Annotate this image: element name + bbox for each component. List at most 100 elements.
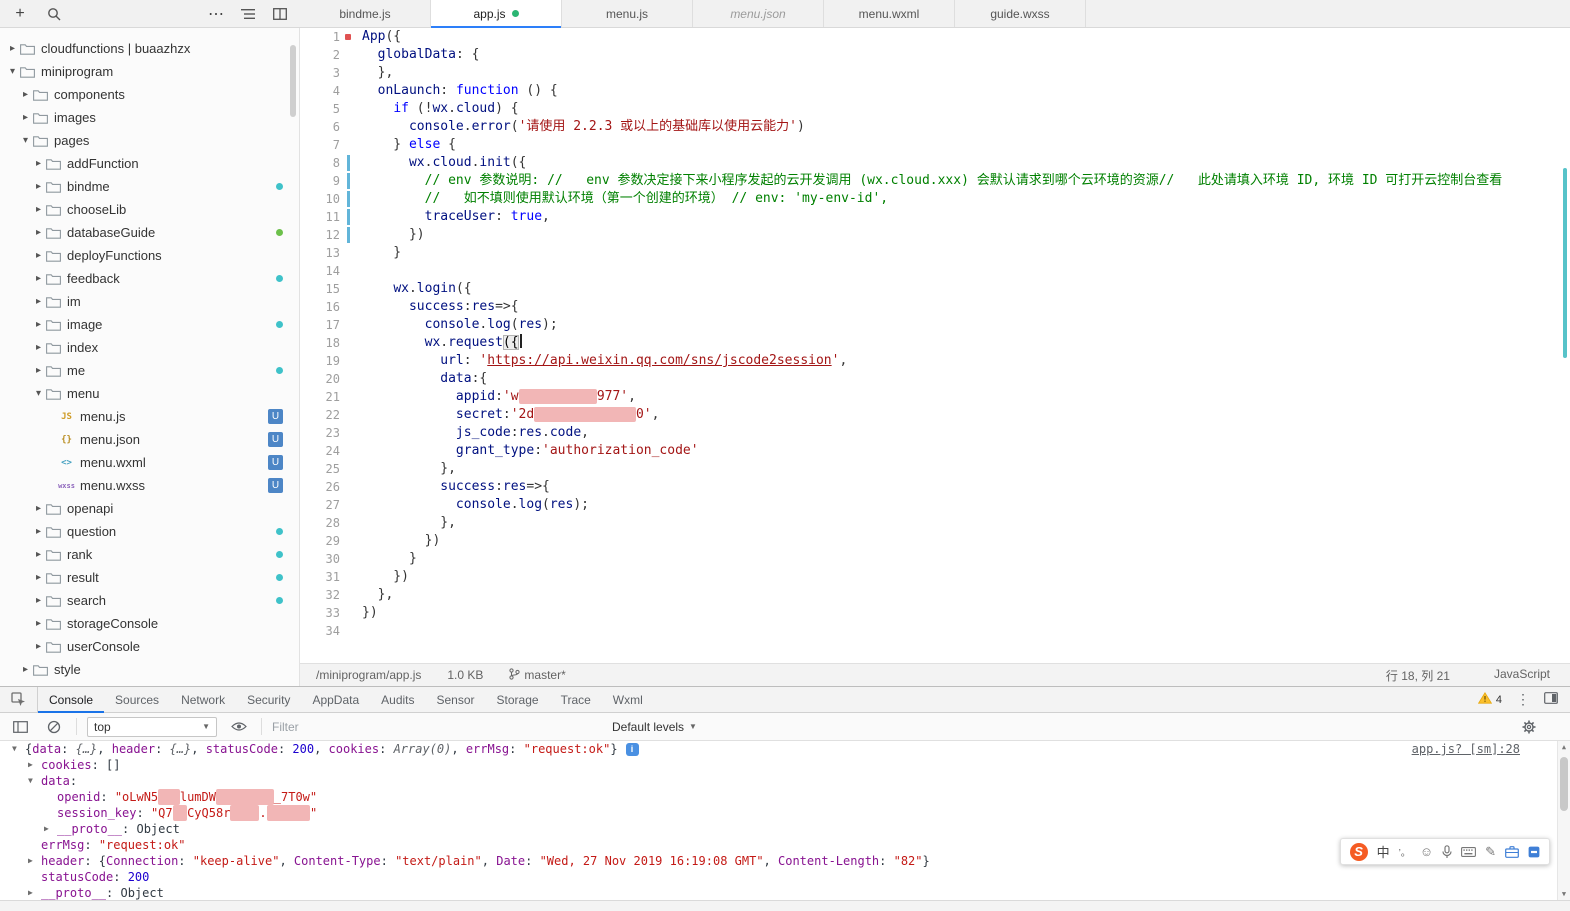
chevron-right-icon[interactable]: ▸ — [32, 181, 45, 192]
code-line[interactable]: 34 — [300, 622, 1570, 640]
tree-item-menu.js[interactable]: JS menu.js U — [0, 405, 299, 428]
line-number[interactable]: 22 — [300, 406, 356, 424]
tree-item-images[interactable]: ▸ images — [0, 106, 299, 129]
chevron-down-icon[interactable]: ▾ — [32, 388, 45, 399]
code-line[interactable]: 17 console.log(res); — [300, 316, 1570, 334]
expand-arrow-icon[interactable]: ▼ — [28, 773, 41, 789]
tree-item-feedback[interactable]: ▸ feedback — [0, 267, 299, 290]
code-line[interactable]: 28 }, — [300, 514, 1570, 532]
chevron-right-icon[interactable]: ▸ — [32, 158, 45, 169]
tab-app.js[interactable]: app.js — [431, 0, 562, 28]
code-line[interactable]: 33}) — [300, 604, 1570, 622]
context-selector[interactable]: top ▼ — [87, 716, 217, 737]
line-number[interactable]: 28 — [300, 514, 356, 532]
console-settings-icon[interactable] — [1522, 720, 1562, 734]
language-mode[interactable]: JavaScript — [1494, 667, 1550, 684]
chevron-right-icon[interactable]: ▸ — [32, 250, 45, 261]
devtools-tab-network[interactable]: Network — [170, 687, 236, 712]
line-number[interactable]: 20 — [300, 370, 356, 388]
code-line[interactable]: 2 globalData: { — [300, 46, 1570, 64]
code-line[interactable]: 16 success:res=>{ — [300, 298, 1570, 316]
tree-item-addFunction[interactable]: ▸ addFunction — [0, 152, 299, 175]
clear-console-icon[interactable] — [42, 715, 66, 739]
tree-item-image[interactable]: ▸ image — [0, 313, 299, 336]
more-actions-icon[interactable]: ⋯ — [204, 2, 228, 26]
chevron-right-icon[interactable]: ▸ — [19, 112, 32, 123]
tree-item-menu[interactable]: ▾ menu — [0, 382, 299, 405]
chevron-right-icon[interactable]: ▸ — [32, 641, 45, 652]
tree-item-result[interactable]: ▸ result — [0, 566, 299, 589]
tree-item-style[interactable]: ▸ style — [0, 658, 299, 681]
tree-item-databaseGuide[interactable]: ▸ databaseGuide — [0, 221, 299, 244]
chevron-right-icon[interactable]: ▸ — [32, 296, 45, 307]
code-line[interactable]: 9 // env 参数说明: // env 参数决定接下来小程序发起的云开发调用… — [300, 172, 1570, 190]
warning-indicator[interactable]: 4 — [1477, 692, 1502, 707]
tree-item-components[interactable]: ▸ components — [0, 83, 299, 106]
tree-item-menu.wxss[interactable]: wxss menu.wxss U — [0, 474, 299, 497]
line-number[interactable]: 11 — [300, 208, 356, 226]
code-editor[interactable]: 1 App({2 globalData: {3 }, 4 onLaunch: fun… — [300, 28, 1570, 663]
line-number[interactable]: 21 — [300, 388, 356, 406]
code-line[interactable]: 14 — [300, 262, 1570, 280]
tab-bindme.js[interactable]: bindme.js — [300, 0, 431, 27]
tree-item-openapi[interactable]: ▸ openapi — [0, 497, 299, 520]
line-number[interactable]: 13 — [300, 244, 356, 262]
chevron-right-icon[interactable]: ▸ — [32, 503, 45, 514]
chevron-right-icon[interactable]: ▸ — [32, 273, 45, 284]
code-line[interactable]: 27 console.log(res); — [300, 496, 1570, 514]
devtools-tab-appdata[interactable]: AppData — [301, 687, 370, 712]
punctuation-mode[interactable]: ’。 — [1399, 844, 1411, 859]
sogou-logo[interactable]: S — [1349, 842, 1368, 861]
line-number[interactable]: 29 — [300, 532, 356, 550]
chevron-right-icon[interactable]: ▸ — [32, 526, 45, 537]
code-line[interactable]: 8 wx.cloud.init({ — [300, 154, 1570, 172]
line-number[interactable]: 1 — [300, 28, 356, 46]
console-row[interactable]: ▼{data: {…}, header: {…}, statusCode: 20… — [0, 741, 1570, 757]
line-number[interactable]: 16 — [300, 298, 356, 316]
chevron-right-icon[interactable]: ▸ — [32, 549, 45, 560]
line-number[interactable]: 27 — [300, 496, 356, 514]
code-line[interactable]: 1 App({ — [300, 28, 1570, 46]
outline-icon[interactable] — [236, 2, 260, 26]
chevron-down-icon[interactable]: ▾ — [6, 66, 19, 77]
tree-item-bindme[interactable]: ▸ bindme — [0, 175, 299, 198]
code-line[interactable]: 20 data:{ — [300, 370, 1570, 388]
code-line[interactable]: 21 appid:'w██████████977', — [300, 388, 1570, 406]
line-number[interactable]: 14 — [300, 262, 356, 280]
code-line[interactable]: 13 } — [300, 244, 1570, 262]
chevron-right-icon[interactable]: ▸ — [19, 664, 32, 675]
code-line[interactable]: 12 }) — [300, 226, 1570, 244]
line-number[interactable]: 3 — [300, 64, 356, 82]
code-line[interactable]: 26 success:res=>{ — [300, 478, 1570, 496]
line-number[interactable]: 15 — [300, 280, 356, 298]
tree-item-cloudfunctions-buaazhzx[interactable]: ▸ cloudfunctions | buaazhzx — [0, 37, 299, 60]
inspect-element-icon[interactable] — [0, 687, 38, 712]
line-number[interactable]: 33 — [300, 604, 356, 622]
devtools-tab-security[interactable]: Security — [236, 687, 301, 712]
collapse-arrow-icon[interactable]: ▶ — [44, 821, 57, 837]
tree-item-storageConsole[interactable]: ▸ storageConsole — [0, 612, 299, 635]
tree-item-search[interactable]: ▸ search — [0, 589, 299, 612]
scroll-up-icon[interactable]: ▲ — [1562, 743, 1566, 751]
tree-item-deployFunctions[interactable]: ▸ deployFunctions — [0, 244, 299, 267]
console-row[interactable]: ▶ __proto__: Object — [0, 821, 1570, 837]
line-number[interactable]: 10 — [300, 190, 356, 208]
code-line[interactable]: 3 }, — [300, 64, 1570, 82]
devtools-tab-sensor[interactable]: Sensor — [426, 687, 486, 712]
code-line[interactable]: 7 } else { — [300, 136, 1570, 154]
code-line[interactable]: 5 if (!wx.cloud) { — [300, 100, 1570, 118]
toolbox-icon[interactable] — [1505, 845, 1519, 858]
chevron-right-icon[interactable]: ▸ — [32, 595, 45, 606]
code-line[interactable]: 6 console.error('请使用 2.2.3 或以上的基础库以使用云能力… — [300, 118, 1570, 136]
tree-item-menu.json[interactable]: {} menu.json U — [0, 428, 299, 451]
chevron-right-icon[interactable]: ▸ — [6, 43, 19, 54]
collapse-arrow-icon[interactable]: ▶ — [28, 885, 41, 900]
code-line[interactable]: 24 grant_type:'authorization_code' — [300, 442, 1570, 460]
sidebar-scrollbar[interactable] — [290, 45, 296, 117]
code-line[interactable]: 10 // 如不填则使用默认环境（第一个创建的环境） // env: 'my-e… — [300, 190, 1570, 208]
split-editor-icon[interactable] — [268, 2, 292, 26]
console-sidebar-icon[interactable] — [8, 715, 32, 739]
devtools-tab-sources[interactable]: Sources — [104, 687, 170, 712]
console-row[interactable]: ▶ __proto__: Object — [0, 885, 1570, 900]
console-row[interactable]: ▼ data: — [0, 773, 1570, 789]
